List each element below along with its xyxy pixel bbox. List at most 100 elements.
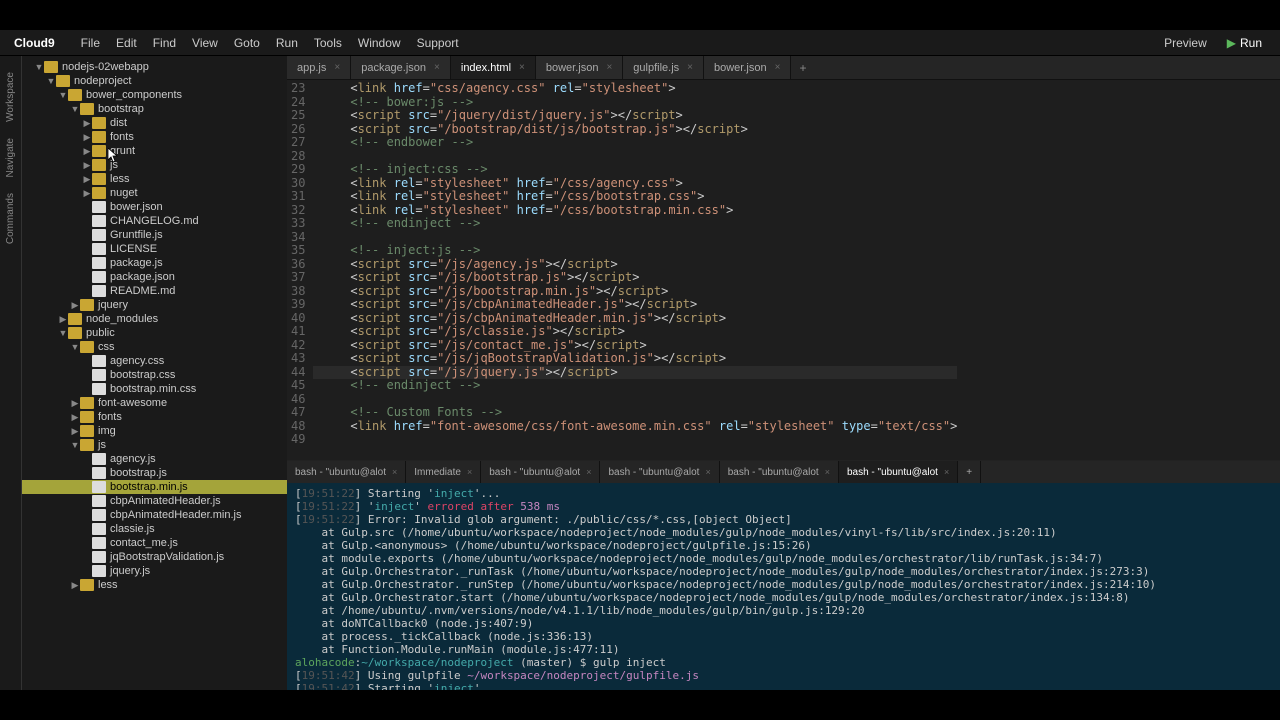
- tree-item[interactable]: bootstrap.css: [22, 368, 287, 382]
- terminal-tab[interactable]: bash - "ubuntu@alot×: [481, 461, 600, 483]
- close-icon[interactable]: ×: [586, 467, 591, 477]
- code-line[interactable]: <link href="font-awesome/css/font-awesom…: [313, 420, 957, 434]
- tree-item[interactable]: public: [22, 326, 287, 340]
- caret-icon[interactable]: [34, 62, 44, 72]
- caret-icon[interactable]: [70, 398, 80, 409]
- tree-item[interactable]: fonts: [22, 410, 287, 424]
- code-line[interactable]: <script src="/bootstrap/dist/js/bootstra…: [313, 123, 957, 137]
- code-line[interactable]: <script src="/js/bootstrap.min.js"></scr…: [313, 285, 957, 299]
- tree-item[interactable]: node_modules: [22, 312, 287, 326]
- tree-item[interactable]: cbpAnimatedHeader.js: [22, 494, 287, 508]
- code-line[interactable]: <!-- inject:css -->: [313, 163, 957, 177]
- tree-item[interactable]: agency.css: [22, 354, 287, 368]
- add-terminal-button[interactable]: +: [958, 461, 981, 483]
- menu-tools[interactable]: Tools: [306, 32, 350, 54]
- tree-item[interactable]: cbpAnimatedHeader.min.js: [22, 508, 287, 522]
- close-icon[interactable]: ×: [944, 467, 949, 477]
- tree-item[interactable]: img: [22, 424, 287, 438]
- code-line[interactable]: [313, 150, 957, 164]
- rail-commands[interactable]: Commands: [5, 193, 16, 244]
- close-icon[interactable]: ×: [467, 467, 472, 477]
- code-line[interactable]: <script src="/js/classie.js"></script>: [313, 325, 957, 339]
- tree-item[interactable]: less: [22, 578, 287, 592]
- caret-icon[interactable]: [70, 412, 80, 423]
- tree-item[interactable]: nuget: [22, 186, 287, 200]
- caret-icon[interactable]: [82, 118, 92, 129]
- caret-icon[interactable]: [70, 104, 80, 114]
- menu-find[interactable]: Find: [145, 32, 184, 54]
- code-line[interactable]: <script src="/js/jquery.js"></script>: [313, 366, 957, 380]
- tree-item[interactable]: bootstrap.min.js: [22, 480, 287, 494]
- code-line[interactable]: <link rel="stylesheet" href="/css/agency…: [313, 177, 957, 191]
- terminal-tab[interactable]: Immediate×: [406, 461, 481, 483]
- tree-item[interactable]: README.md: [22, 284, 287, 298]
- code-line[interactable]: <script src="/js/cbpAnimatedHeader.min.j…: [313, 312, 957, 326]
- code-line[interactable]: <!-- endinject -->: [313, 217, 957, 231]
- tree-item[interactable]: nodejs-02webapp: [22, 60, 287, 74]
- file-tree[interactable]: nodejs-02webappnodeprojectbower_componen…: [22, 56, 287, 690]
- close-icon[interactable]: ×: [775, 62, 781, 73]
- terminal-tab[interactable]: bash - "ubuntu@alot×: [720, 461, 839, 483]
- close-icon[interactable]: ×: [705, 467, 710, 477]
- menu-window[interactable]: Window: [350, 32, 409, 54]
- tree-item[interactable]: less: [22, 172, 287, 186]
- tree-item[interactable]: grunt: [22, 144, 287, 158]
- code-line[interactable]: <!-- bower:js -->: [313, 96, 957, 110]
- tree-item[interactable]: LICENSE: [22, 242, 287, 256]
- tree-item[interactable]: nodeproject: [22, 74, 287, 88]
- tree-item[interactable]: jqBootstrapValidation.js: [22, 550, 287, 564]
- tree-item[interactable]: bootstrap.min.css: [22, 382, 287, 396]
- tree-item[interactable]: CHANGELOG.md: [22, 214, 287, 228]
- tree-item[interactable]: bower_components: [22, 88, 287, 102]
- caret-icon[interactable]: [70, 342, 80, 352]
- terminal-tab[interactable]: bash - "ubuntu@alot×: [600, 461, 719, 483]
- caret-icon[interactable]: [70, 300, 80, 311]
- tree-item[interactable]: package.js: [22, 256, 287, 270]
- caret-icon[interactable]: [82, 188, 92, 199]
- code-line[interactable]: [313, 231, 957, 245]
- tree-item[interactable]: jquery: [22, 298, 287, 312]
- tree-item[interactable]: font-awesome: [22, 396, 287, 410]
- code-line[interactable]: <link rel="stylesheet" href="/css/bootst…: [313, 204, 957, 218]
- terminal-tab[interactable]: bash - "ubuntu@alot×: [839, 461, 958, 483]
- tree-item[interactable]: contact_me.js: [22, 536, 287, 550]
- caret-icon[interactable]: [58, 314, 68, 325]
- code-line[interactable]: <script src="/js/agency.js"></script>: [313, 258, 957, 272]
- editor-tab[interactable]: package.json×: [351, 56, 451, 79]
- code-line[interactable]: <!-- endbower -->: [313, 136, 957, 150]
- editor-tab[interactable]: bower.json×: [536, 56, 623, 79]
- menu-edit[interactable]: Edit: [108, 32, 145, 54]
- tree-item[interactable]: bootstrap.js: [22, 466, 287, 480]
- close-icon[interactable]: ×: [392, 467, 397, 477]
- code-line[interactable]: <script src="/js/bootstrap.js"></script>: [313, 271, 957, 285]
- code-line[interactable]: [313, 433, 957, 447]
- caret-icon[interactable]: [82, 132, 92, 143]
- caret-icon[interactable]: [82, 146, 92, 157]
- code-body[interactable]: <link href="css/agency.css" rel="stylesh…: [313, 80, 957, 460]
- menu-view[interactable]: View: [184, 32, 226, 54]
- caret-icon[interactable]: [58, 90, 68, 100]
- tree-item[interactable]: dist: [22, 116, 287, 130]
- tree-item[interactable]: bootstrap: [22, 102, 287, 116]
- code-line[interactable]: [313, 393, 957, 407]
- caret-icon[interactable]: [58, 328, 68, 338]
- caret-icon[interactable]: [82, 160, 92, 171]
- code-line[interactable]: <script src="/jquery/dist/jquery.js"></s…: [313, 109, 957, 123]
- terminal-tab[interactable]: bash - "ubuntu@alot×: [287, 461, 406, 483]
- close-icon[interactable]: ×: [606, 62, 612, 73]
- preview-button[interactable]: Preview: [1154, 32, 1217, 54]
- caret-icon[interactable]: [70, 426, 80, 437]
- tree-item[interactable]: css: [22, 340, 287, 354]
- caret-icon[interactable]: [82, 174, 92, 185]
- code-line[interactable]: <script src="/js/cbpAnimatedHeader.js"><…: [313, 298, 957, 312]
- caret-icon[interactable]: [46, 76, 56, 86]
- editor-tab[interactable]: index.html×: [451, 56, 536, 79]
- editor-tab[interactable]: app.js×: [287, 56, 351, 79]
- editor-tab[interactable]: gulpfile.js×: [623, 56, 704, 79]
- tree-item[interactable]: classie.js: [22, 522, 287, 536]
- close-icon[interactable]: ×: [825, 467, 830, 477]
- code-line[interactable]: <script src="/js/jqBootstrapValidation.j…: [313, 352, 957, 366]
- code-line[interactable]: <!-- inject:js -->: [313, 244, 957, 258]
- menu-goto[interactable]: Goto: [226, 32, 268, 54]
- caret-icon[interactable]: [70, 440, 80, 450]
